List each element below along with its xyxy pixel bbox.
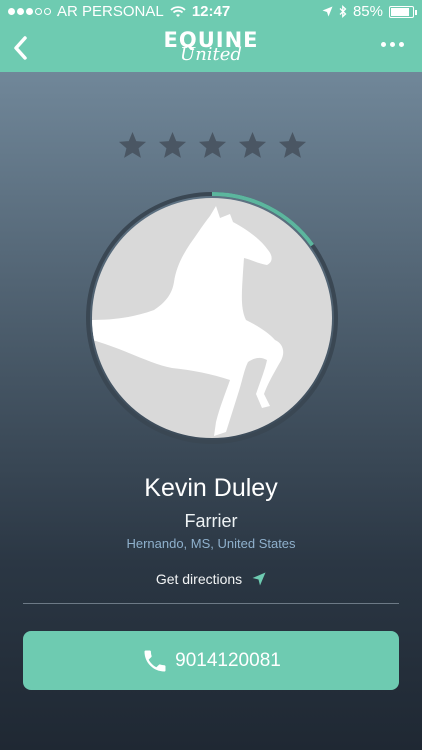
star-icon[interactable] [237, 130, 268, 161]
battery-percent: 85% [352, 3, 383, 20]
status-bar: AR PERSONAL 12:47 85% [0, 0, 422, 24]
profile-avatar-container [83, 189, 341, 447]
app-logo: EQUINE United [0, 30, 422, 65]
get-directions-link[interactable]: Get directions [0, 571, 422, 587]
phone-icon [144, 650, 166, 671]
profile-role: Farrier [184, 511, 238, 531]
star-icon[interactable] [197, 130, 228, 161]
bluetooth-icon [339, 5, 347, 18]
more-horizontal-icon [381, 42, 386, 47]
navigation-arrow-icon [252, 572, 266, 586]
divider [23, 603, 399, 604]
battery-icon [389, 5, 417, 18]
horse-icon [92, 206, 284, 436]
more-button[interactable] [381, 42, 404, 47]
directions-label: Get directions [155, 571, 243, 587]
location-arrow-icon [322, 6, 333, 17]
star-icon[interactable] [277, 130, 308, 161]
profile-name: Kevin Duley [144, 474, 278, 502]
rating-stars[interactable] [117, 130, 308, 161]
call-button[interactable]: 9014120081 [23, 631, 399, 690]
star-icon[interactable] [117, 130, 148, 161]
logo-line2: United [180, 44, 242, 65]
phone-number: 9014120081 [175, 649, 281, 671]
star-icon[interactable] [157, 130, 188, 161]
avatar [92, 198, 332, 438]
profile-location: Hernando, MS, United States [126, 536, 296, 551]
